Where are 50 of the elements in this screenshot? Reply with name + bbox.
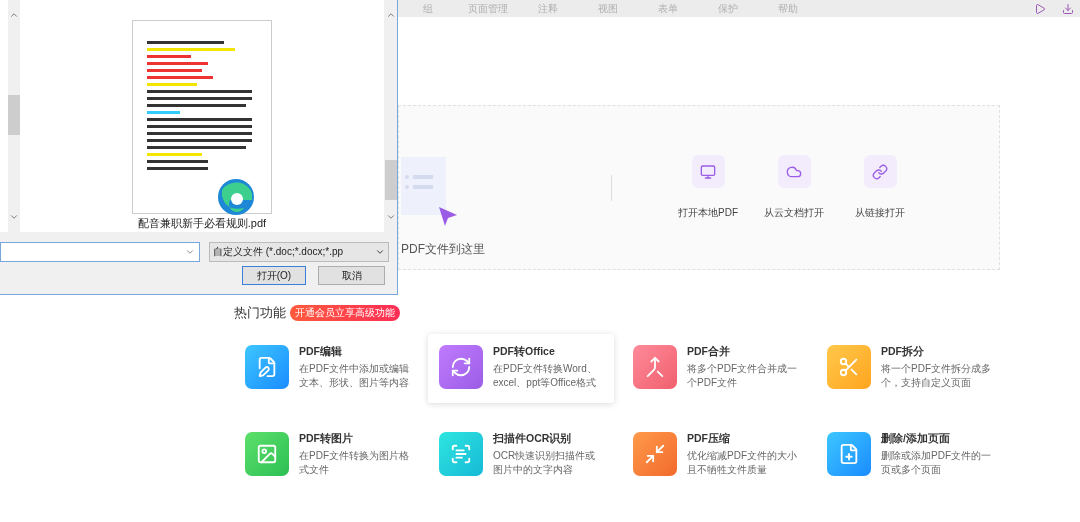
link-icon <box>872 163 888 180</box>
scroll-thumb[interactable] <box>8 95 20 135</box>
document-thumbnail[interactable] <box>132 20 272 214</box>
feature-description: 将多个PDF文件合并成一个PDF文件 <box>687 362 797 390</box>
drop-hint: PDF文件到这里 <box>401 241 485 258</box>
chevron-icon <box>375 247 385 257</box>
feature-title: PDF转Office <box>493 345 556 359</box>
feature-description: 在PDF文件转换为图片格式文件 <box>299 449 409 477</box>
feature-icon <box>439 432 483 476</box>
feature-description: 将一个PDF文件拆分成多个，支持自定义页面 <box>881 362 991 390</box>
chevron-icon <box>185 247 195 257</box>
scroll-up-icon[interactable] <box>386 10 396 20</box>
drop-zone[interactable]: PDF文件到这里 打开本地PDF 从云文档打开 从链接打开 <box>398 105 1000 270</box>
feature-title: PDF拆分 <box>881 345 925 359</box>
feature-icon <box>439 345 483 389</box>
feature-title: PDF压缩 <box>687 432 731 446</box>
feature-description: 删除或添加PDF文件的一页或多个页面 <box>881 449 991 477</box>
feature-title: 扫描件OCR识别 <box>493 432 573 446</box>
feature-icon <box>245 432 289 476</box>
open-option[interactable]: 打开本地PDF <box>676 155 740 220</box>
feature-card[interactable]: PDF转Office 在PDF文件转换Word、excel、ppt等Office格式 <box>428 334 614 403</box>
scroll-down-icon[interactable] <box>386 212 396 222</box>
dialog-button[interactable]: 打开(O) <box>242 266 306 285</box>
play-icon[interactable] <box>1034 2 1046 15</box>
download-icon[interactable] <box>1062 2 1074 15</box>
feature-title: PDF合并 <box>687 345 731 359</box>
feature-icon <box>827 432 871 476</box>
feature-description: 优化缩减PDF文件的大小且不牺牲文件质量 <box>687 449 797 477</box>
file-name[interactable]: 配音兼职新手必看规则.pdf <box>137 216 267 231</box>
feature-description: OCR快速识别扫描件或图片中的文字内容 <box>493 449 597 477</box>
feature-icon <box>633 432 677 476</box>
feature-icon <box>827 345 871 389</box>
feature-description: 在PDF文件转换Word、excel、ppt等Office格式 <box>493 362 598 390</box>
file-name-field[interactable] <box>0 242 200 262</box>
monitor-icon <box>700 163 716 180</box>
feature-title: 删除/添加页面 <box>881 432 951 446</box>
feature-title: PDF编辑 <box>299 345 343 359</box>
dialog-button[interactable]: 取消 <box>318 266 385 285</box>
open-option[interactable]: 从链接打开 <box>848 155 912 220</box>
feature-description: 在PDF文件中添加或编辑文本、形状、图片等内容 <box>299 362 409 390</box>
scroll-down-icon[interactable] <box>9 212 19 222</box>
open-option[interactable]: 从云文档打开 <box>762 155 826 220</box>
section-title: 热门功能 <box>234 304 286 322</box>
swirl-logo-icon <box>216 178 256 216</box>
scroll-thumb[interactable] <box>385 160 397 200</box>
scroll-up-icon[interactable] <box>9 10 19 20</box>
file-type-dropdown[interactable]: 自定义文件 (*.doc;*.docx;*.pp <box>209 242 389 262</box>
feature-title: PDF转图片 <box>299 432 354 446</box>
feature-icon <box>633 345 677 389</box>
feature-icon <box>245 345 289 389</box>
